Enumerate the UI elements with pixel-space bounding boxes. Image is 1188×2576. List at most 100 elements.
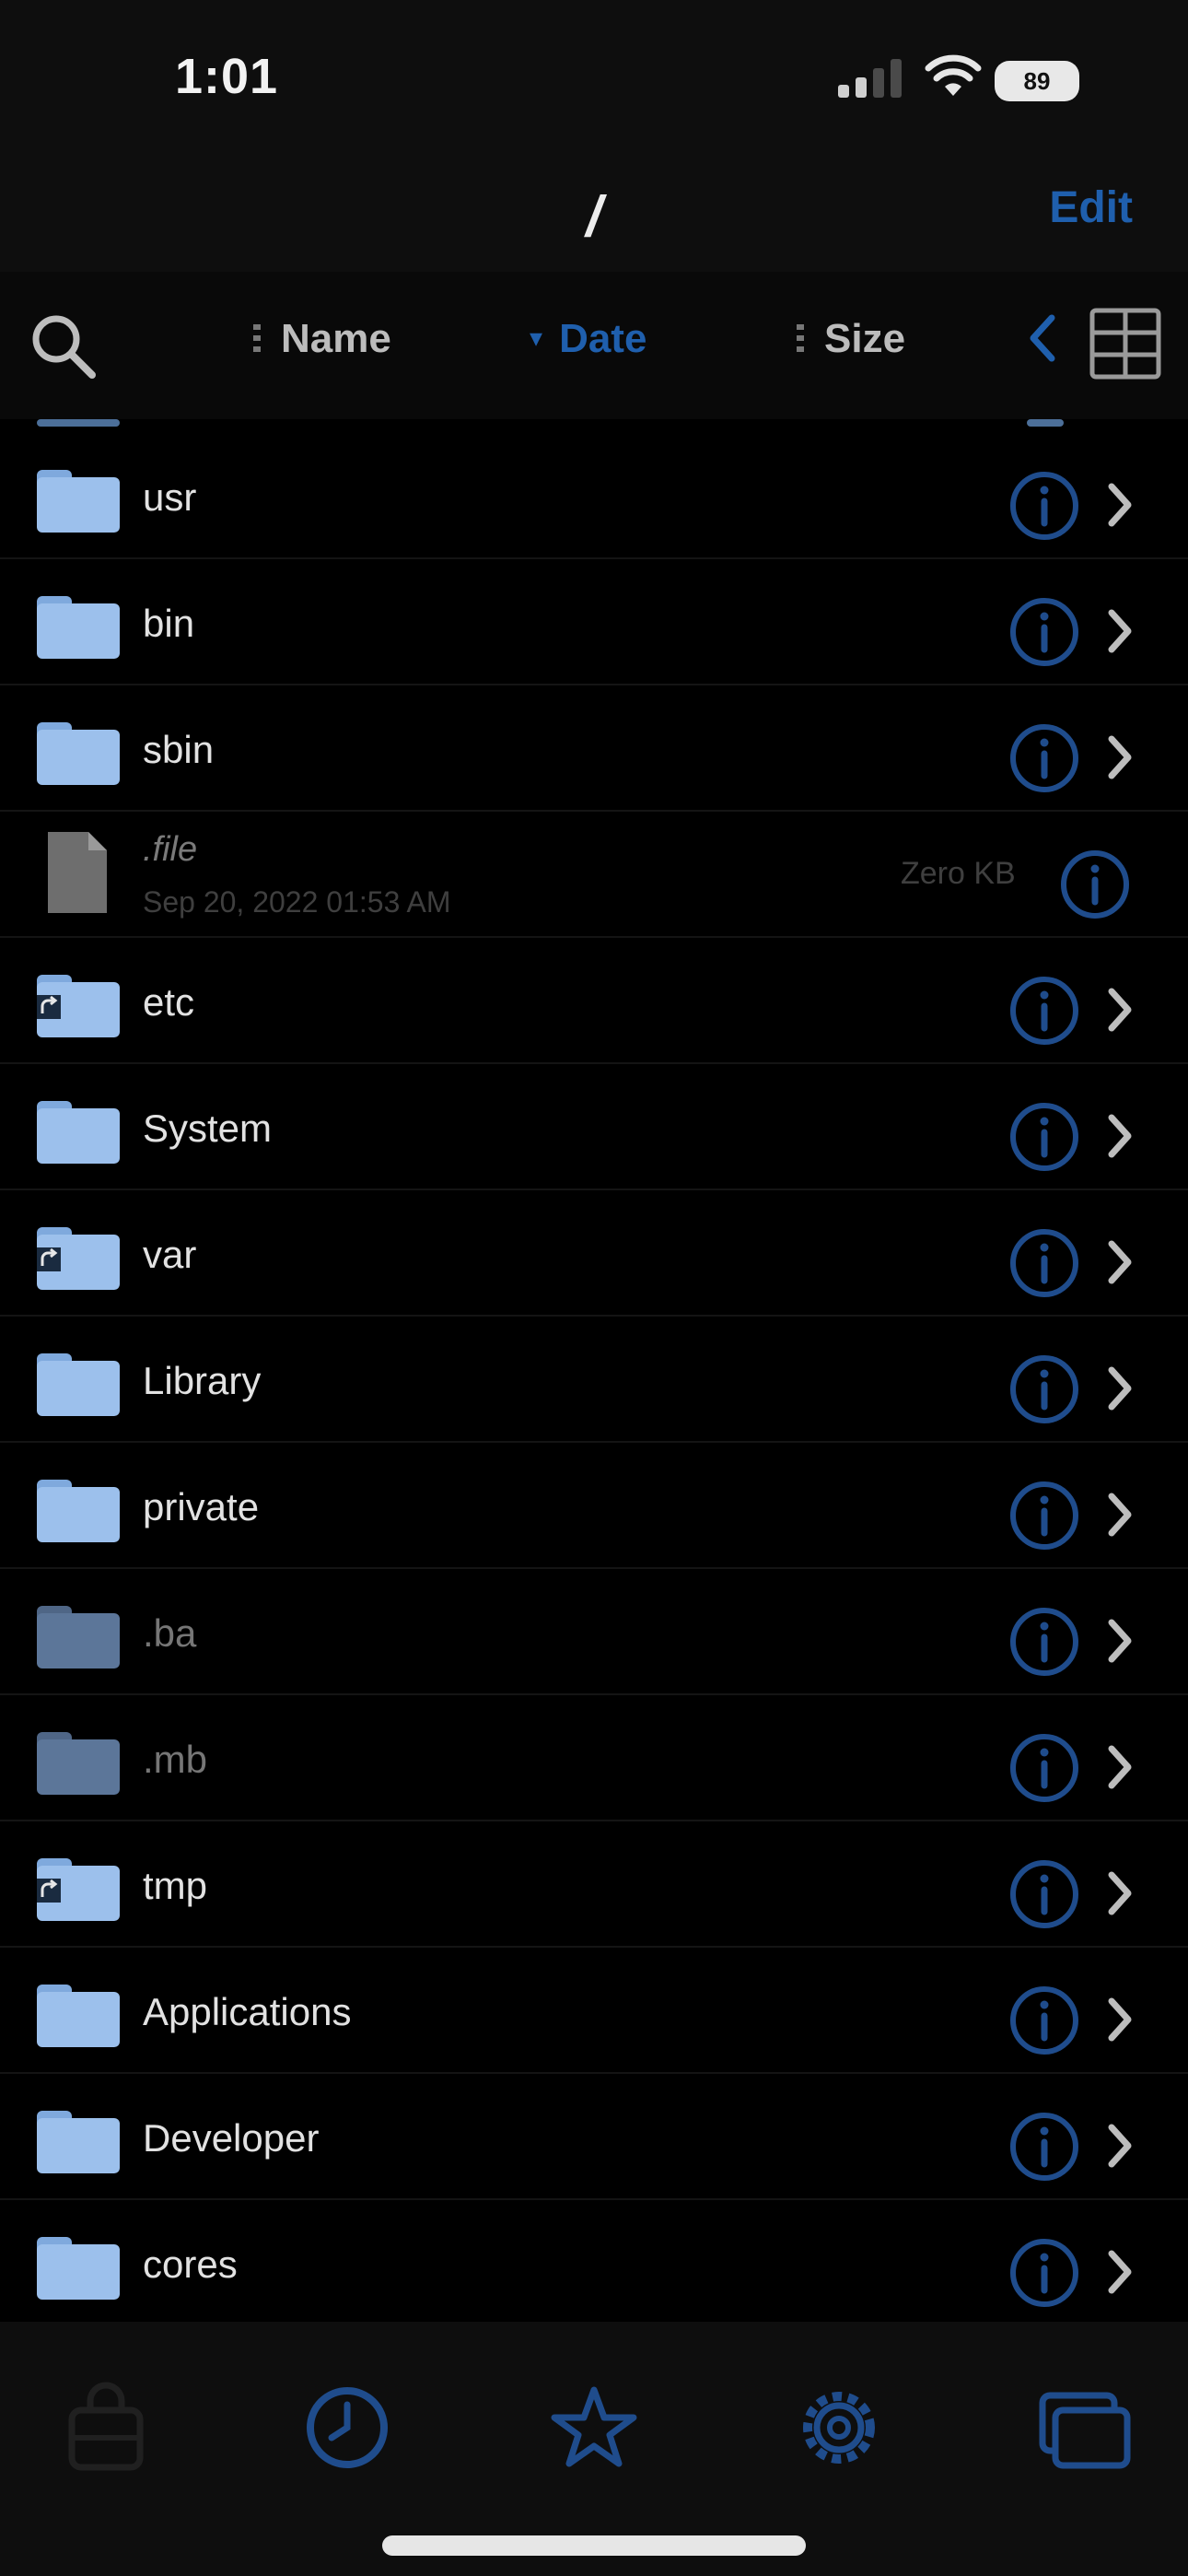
folder-row[interactable]: tmp (0, 1821, 1188, 1948)
status-time: 1:01 (175, 49, 279, 104)
folder-icon (37, 1480, 120, 1542)
folder-row[interactable]: bin (0, 559, 1188, 685)
chevron-right-icon (1108, 1997, 1132, 2042)
chevron-right-icon (1108, 1871, 1132, 1915)
status-bar: 1:01 89 (0, 0, 1188, 157)
folder-name: var (143, 1233, 197, 1276)
sort-by-date-button[interactable]: ▾ Date (530, 316, 646, 362)
sort-bar: Name ▾ Date Size (0, 272, 1188, 419)
folder-row[interactable]: System (0, 1064, 1188, 1190)
search-icon[interactable] (26, 309, 99, 382)
folder-alias-icon (37, 1227, 120, 1290)
windows-icon[interactable] (1033, 2377, 1135, 2478)
folder-name: tmp (143, 1864, 208, 1907)
chevron-right-icon (1108, 1745, 1132, 1789)
info-icon[interactable] (1008, 1858, 1080, 1930)
sort-by-name-button[interactable]: Name (253, 316, 391, 362)
chevron-right-icon (1108, 1619, 1132, 1663)
file-size: Zero KB (901, 856, 1016, 891)
folder-row[interactable]: var (0, 1190, 1188, 1317)
folder-row[interactable]: Library (0, 1317, 1188, 1443)
info-icon[interactable] (1008, 1732, 1080, 1804)
folder-name: etc (143, 980, 195, 1024)
folder-icon (37, 1732, 120, 1795)
folder-row[interactable]: .mb (0, 1695, 1188, 1821)
sort-by-size-button[interactable]: Size (797, 316, 905, 362)
info-icon[interactable] (1008, 975, 1080, 1047)
folder-row[interactable]: .ba (0, 1569, 1188, 1695)
sort-descending-icon: ▾ (530, 323, 543, 352)
info-icon[interactable] (1008, 2237, 1080, 2309)
folder-name: Applications (143, 1990, 352, 2033)
folder-alias-icon (37, 1858, 120, 1921)
file-row[interactable]: .file Sep 20, 2022 01:53 AM Zero KB (0, 812, 1188, 938)
chevron-right-icon (1108, 1240, 1132, 1284)
folder-icon (37, 1606, 120, 1669)
chevron-right-icon (1108, 1493, 1132, 1537)
info-icon[interactable] (1008, 596, 1080, 668)
info-icon[interactable] (1008, 1353, 1080, 1425)
folder-name: cores (143, 2242, 238, 2286)
file-date: Sep 20, 2022 01:53 AM (143, 885, 451, 919)
folder-row[interactable]: Developer (0, 2074, 1188, 2200)
chevron-right-icon (1108, 609, 1132, 653)
sort-name-label: Name (281, 316, 391, 361)
folder-name: System (143, 1107, 273, 1150)
folder-name: bin (143, 602, 195, 645)
chevron-left-icon[interactable] (1024, 310, 1061, 366)
alias-arrow-icon (37, 1247, 61, 1271)
folder-name: .mb (143, 1738, 208, 1781)
folder-icon (37, 2237, 120, 2300)
folder-icon (37, 470, 120, 533)
folder-row[interactable]: usr (0, 433, 1188, 559)
folder-icon (37, 596, 120, 659)
info-icon[interactable] (1008, 1101, 1080, 1173)
info-icon[interactable] (1008, 1227, 1080, 1299)
info-icon[interactable] (1008, 1606, 1080, 1678)
scroll-edge-info (1027, 419, 1064, 427)
wifi-icon (925, 54, 982, 96)
folder-row[interactable]: private (0, 1443, 1188, 1569)
folder-name: Developer (143, 2116, 320, 2160)
chevron-right-icon (1108, 483, 1132, 527)
info-icon[interactable] (1008, 722, 1080, 794)
chevron-right-icon (1108, 735, 1132, 779)
chevron-right-icon (1108, 2124, 1132, 2168)
folder-row[interactable]: Applications (0, 1948, 1188, 2074)
info-icon[interactable] (1059, 849, 1131, 920)
info-icon[interactable] (1008, 470, 1080, 542)
page-title: / (586, 185, 602, 249)
navigation-bar: / Edit (0, 157, 1188, 272)
scroll-edge-folder (37, 419, 120, 427)
sort-size-label: Size (824, 316, 906, 361)
folder-icon (37, 722, 120, 785)
clock-icon[interactable] (297, 2377, 398, 2478)
info-icon[interactable] (1008, 2111, 1080, 2183)
folder-name: .ba (143, 1611, 197, 1655)
star-icon[interactable] (543, 2377, 645, 2478)
chevron-right-icon (1108, 1114, 1132, 1158)
folder-alias-icon (37, 975, 120, 1037)
grid-view-icon[interactable] (1089, 307, 1162, 381)
folder-row[interactable]: cores (0, 2200, 1188, 2322)
folder-icon (37, 1985, 120, 2047)
folder-icon (37, 1353, 120, 1416)
folder-row[interactable]: etc (0, 938, 1188, 1064)
home-indicator[interactable] (382, 2535, 806, 2556)
chevron-right-icon (1108, 1366, 1132, 1411)
cellular-signal-icon (838, 59, 902, 98)
info-icon[interactable] (1008, 1480, 1080, 1551)
bag-icon[interactable] (55, 2377, 157, 2478)
chevron-right-icon (1108, 2250, 1132, 2294)
folder-icon (37, 1101, 120, 1164)
edit-button[interactable]: Edit (1049, 182, 1133, 233)
info-icon[interactable] (1008, 1985, 1080, 2056)
drag-handle-icon (253, 324, 261, 356)
document-icon (48, 832, 107, 913)
sort-date-label: Date (559, 316, 647, 361)
folder-name: usr (143, 475, 197, 519)
battery-icon: 89 (995, 61, 1079, 101)
gear-icon[interactable] (788, 2377, 890, 2478)
folder-row[interactable]: sbin (0, 685, 1188, 812)
alias-arrow-icon (37, 1879, 61, 1903)
